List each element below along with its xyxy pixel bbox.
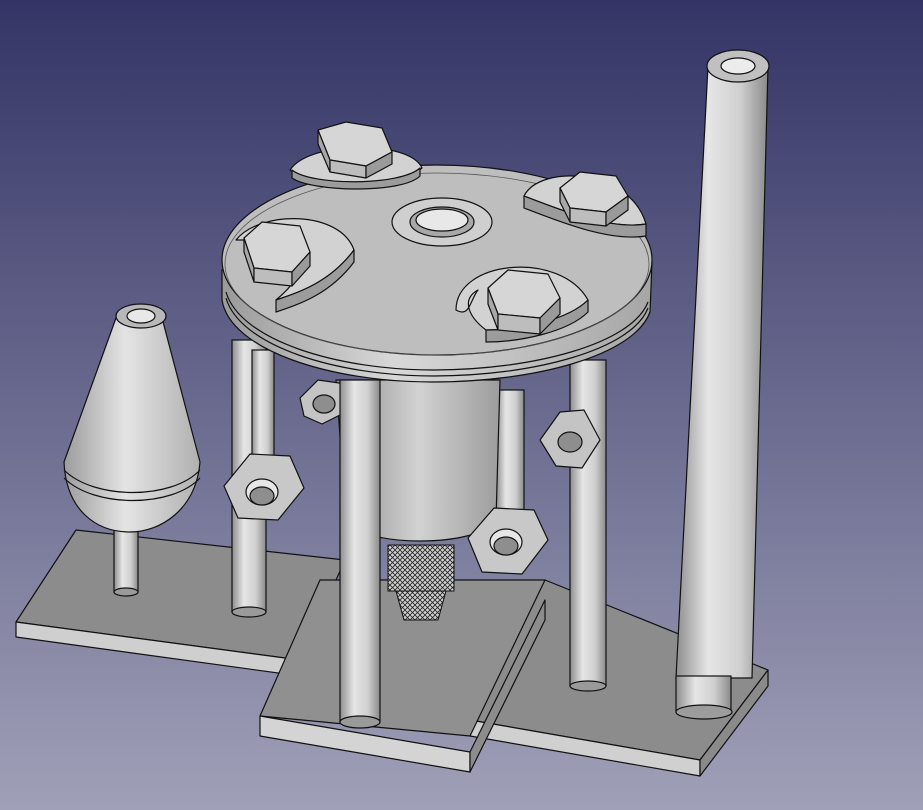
model-scene[interactable] — [0, 0, 923, 810]
front-rod[interactable] — [339, 379, 381, 729]
3d-viewport[interactable] — [0, 0, 923, 810]
center-bore[interactable] — [391, 197, 493, 247]
